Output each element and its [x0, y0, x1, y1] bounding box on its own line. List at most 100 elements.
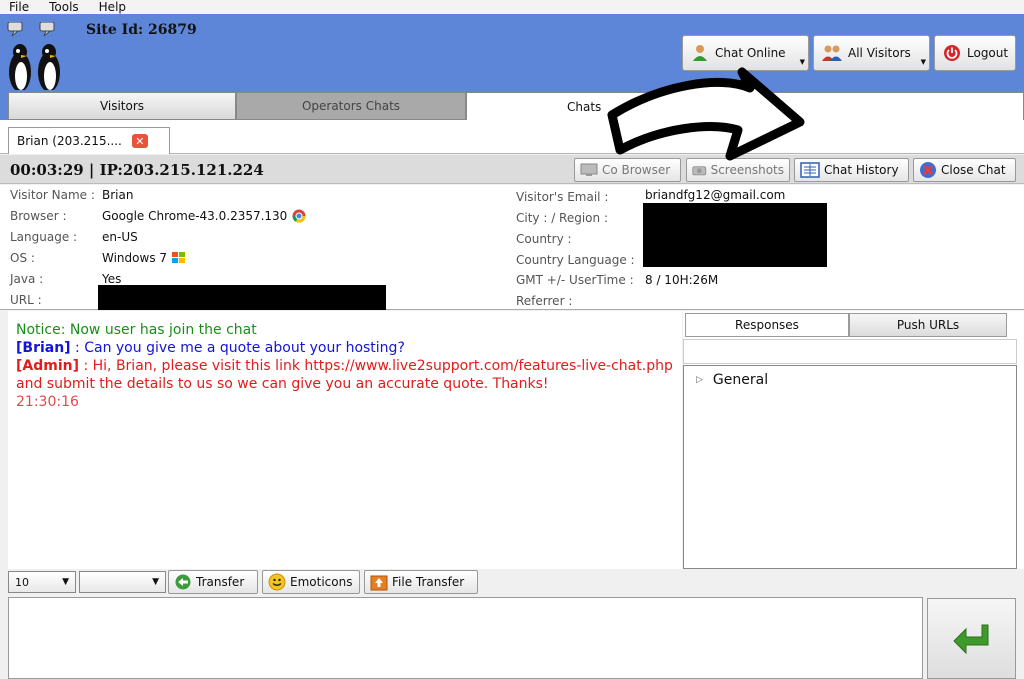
tab-responses[interactable]: Responses — [685, 313, 849, 337]
message-toolbar: 10 ▼ ▼ Transfer Emoticons File Transfer — [0, 569, 1024, 597]
chevron-down-icon: ▼ — [799, 58, 805, 66]
logout-label: Logout — [967, 46, 1009, 60]
os-value-row: Windows 7 — [102, 251, 186, 265]
visitor-name-value: Brian — [102, 188, 134, 202]
visitor-message-author: [Brian] — [16, 340, 71, 356]
smiley-icon — [268, 573, 286, 591]
chat-session-tab-label: Brian (203.215.... — [17, 134, 122, 148]
chevron-down-icon: ▼ — [62, 577, 69, 587]
close-chat-icon — [920, 162, 936, 178]
all-visitors-button[interactable]: All Visitors ▼ — [813, 35, 930, 71]
country-label: Country : — [516, 232, 572, 246]
java-value: Yes — [102, 272, 122, 286]
chat-history-button[interactable]: Chat History — [794, 158, 909, 182]
chat-online-label: Chat Online — [715, 46, 786, 60]
send-button[interactable] — [927, 598, 1016, 679]
main-tabs: Visitors Operators Chats Chats — [0, 90, 1024, 120]
language-label: Language : — [10, 230, 78, 244]
expand-arrow-icon[interactable]: ▷ — [696, 375, 703, 385]
emoticons-button[interactable]: Emoticons — [262, 570, 360, 594]
camera-icon — [692, 166, 707, 176]
browser-label: Browser : — [10, 209, 67, 223]
admin-message-author: [Admin] — [16, 358, 80, 374]
visitor-name-label: Visitor Name : — [10, 188, 95, 202]
os-label: OS : — [10, 251, 35, 265]
all-visitors-label: All Visitors — [848, 46, 911, 60]
tree-node-general-label: General — [712, 372, 769, 388]
font-face-select[interactable]: ▼ — [79, 571, 166, 593]
close-chat-label: Close Chat — [941, 163, 1006, 177]
chevron-down-icon: ▼ — [920, 58, 926, 66]
referrer-label: Referrer : — [516, 294, 573, 308]
chat-transcript[interactable]: Notice: Now user has join the chat [Bria… — [8, 311, 682, 569]
chat-session-tab[interactable]: Brian (203.215.... ✕ — [8, 127, 170, 154]
chat-history-label: Chat History — [824, 163, 899, 177]
email-label: Visitor's Email : — [516, 190, 609, 204]
responses-tree: ▷ General — [683, 365, 1017, 569]
java-label: Java : — [10, 272, 44, 286]
user-online-icon — [693, 45, 707, 61]
os-value: Windows 7 — [102, 251, 168, 265]
site-id-label: Site Id: 26879 — [86, 22, 197, 38]
admin-message: [Admin] : Hi, Brian, please visit this l… — [16, 357, 674, 393]
font-size-value: 10 — [15, 575, 29, 589]
file-transfer-label: File Transfer — [392, 575, 465, 589]
email-value: briandfg12@gmail.com — [645, 188, 786, 202]
co-browser-button[interactable]: Co Browser — [574, 158, 681, 182]
menu-tools[interactable]: Tools — [49, 1, 79, 13]
url-label: URL : — [10, 293, 42, 307]
transfer-button[interactable]: Transfer — [168, 570, 258, 594]
message-input[interactable] — [8, 597, 923, 679]
screenshots-button[interactable]: Screenshots — [686, 158, 790, 182]
screenshots-label: Screenshots — [710, 163, 784, 177]
browser-value: Google Chrome-43.0.2357.130 — [102, 209, 288, 223]
gmt-label: GMT +/- UserTime : — [516, 273, 634, 287]
url-redacted — [98, 285, 386, 310]
tab-chats[interactable]: Chats — [466, 92, 1024, 120]
app-header: Site Id: 26879 Chat Online ▼ All Visitor… — [0, 14, 1024, 96]
visitor-message: [Brian] : Can you give me a quote about … — [16, 339, 674, 357]
windows-icon — [172, 252, 186, 263]
menu-help[interactable]: Help — [99, 1, 126, 13]
tab-operators-chats[interactable]: Operators Chats — [236, 92, 466, 120]
message-timestamp: 21:30:16 — [16, 394, 79, 410]
file-transfer-button[interactable]: File Transfer — [364, 570, 478, 594]
join-notice: Notice: Now user has join the chat — [16, 322, 257, 338]
gmt-value: 8 / 10H:26M — [645, 273, 719, 287]
font-size-select[interactable]: 10 ▼ — [8, 571, 76, 593]
location-redacted — [643, 203, 827, 267]
responses-search-input[interactable] — [683, 339, 1017, 364]
tab-visitors[interactable]: Visitors — [8, 92, 236, 120]
menu-bar: File Tools Help — [0, 0, 1024, 14]
chrome-icon — [292, 209, 306, 223]
close-icon[interactable]: ✕ — [131, 134, 148, 148]
users-group-icon — [822, 45, 842, 61]
chat-session-tabs: Brian (203.215.... ✕ — [0, 120, 1024, 154]
file-upload-icon — [370, 575, 388, 591]
chat-info-bar: 00:03:29 | IP:203.215.121.224 Co Browser… — [0, 155, 1024, 184]
admin-message-text: : Hi, Brian, please visit this link http… — [16, 358, 673, 392]
tab-push-urls[interactable]: Push URLs — [849, 313, 1007, 337]
responses-panel: Responses Push URLs ▷ General — [683, 311, 1024, 569]
enter-arrow-icon — [952, 624, 988, 654]
menu-file[interactable]: File — [9, 1, 29, 13]
transfer-icon — [175, 574, 191, 590]
country-language-label: Country Language : — [516, 253, 635, 267]
tree-node-general[interactable]: ▷ General — [696, 372, 768, 388]
visitor-message-text: : Can you give me a quote about your hos… — [70, 340, 405, 356]
monitor-icon — [580, 163, 598, 176]
close-chat-button[interactable]: Close Chat — [913, 158, 1016, 182]
co-browser-label: Co Browser — [602, 163, 671, 177]
history-list-icon — [800, 162, 820, 178]
logout-button[interactable]: Logout — [934, 35, 1016, 71]
visitor-details: Visitor Name : Brian Browser : Google Ch… — [0, 185, 1024, 310]
chat-online-button[interactable]: Chat Online ▼ — [682, 35, 809, 71]
power-icon — [944, 45, 960, 61]
chevron-down-icon: ▼ — [152, 577, 159, 587]
browser-value-row: Google Chrome-43.0.2357.130 — [102, 209, 306, 223]
language-value: en-US — [102, 230, 138, 244]
transfer-label: Transfer — [196, 575, 245, 589]
emoticons-label: Emoticons — [290, 575, 353, 589]
city-region-label: City : / Region : — [516, 211, 608, 225]
chat-timer-ip: 00:03:29 | IP:203.215.121.224 — [10, 161, 264, 179]
